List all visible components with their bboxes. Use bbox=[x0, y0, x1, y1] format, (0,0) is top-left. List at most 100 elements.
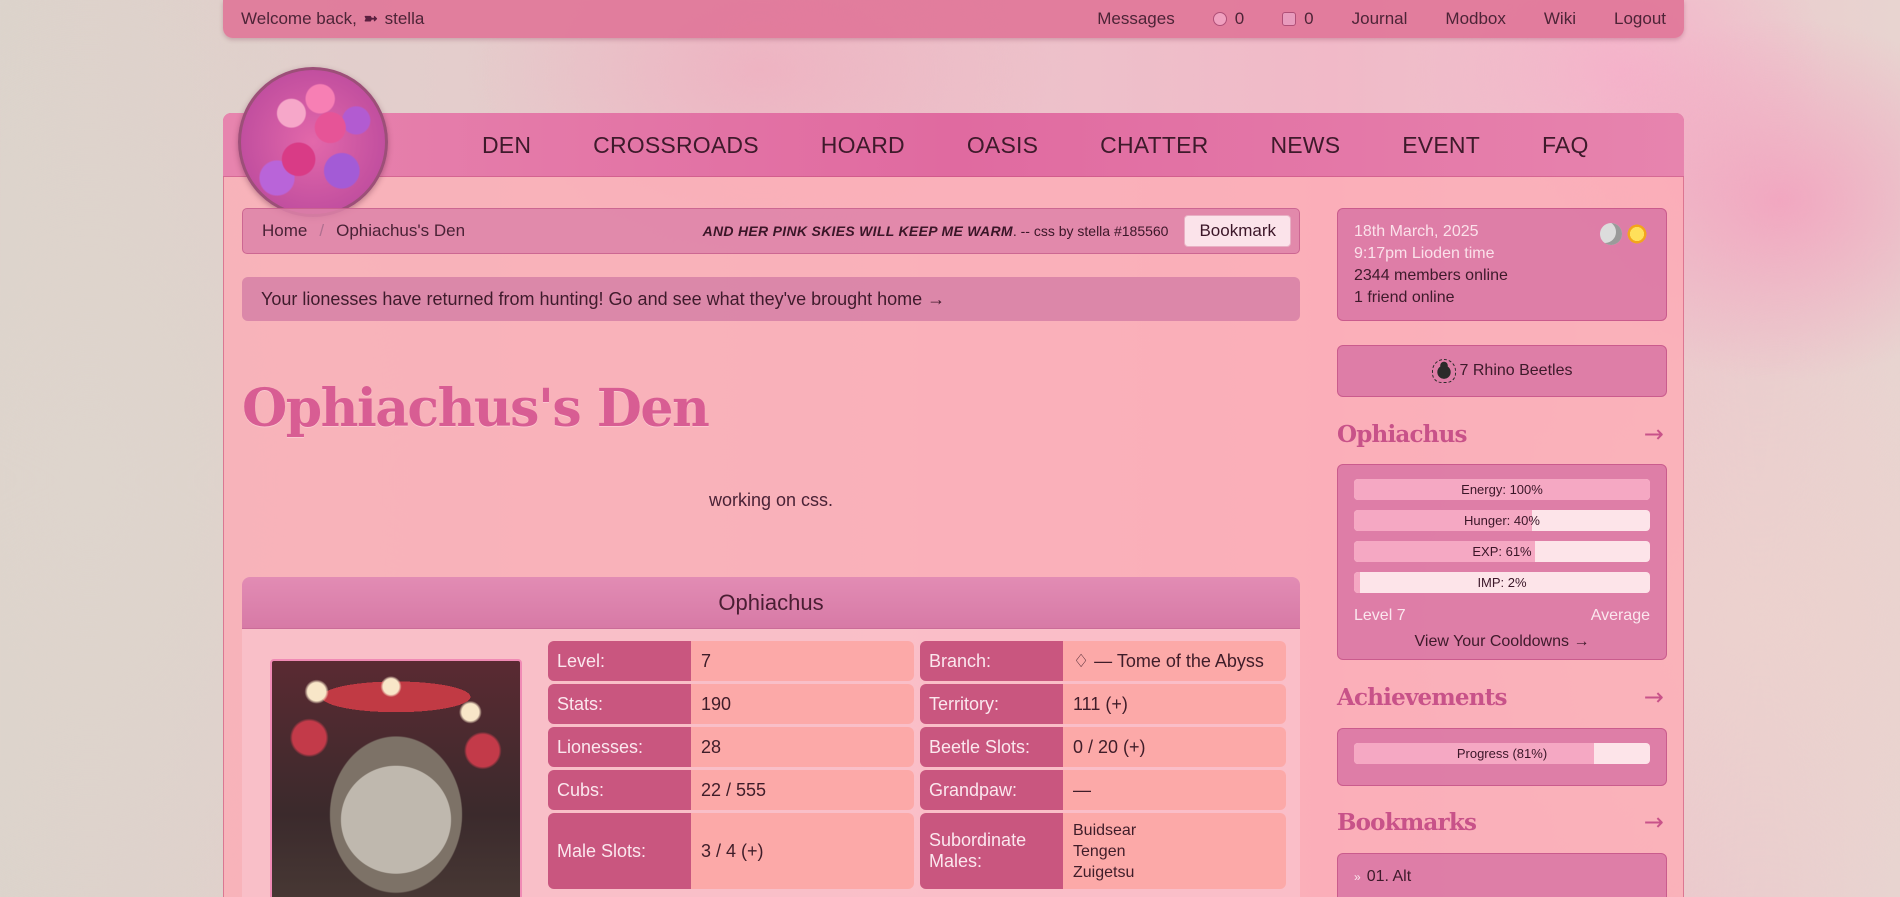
status-bar-label: EXP: 61% bbox=[1472, 544, 1532, 559]
territory-value[interactable]: 111 (+) bbox=[1063, 684, 1286, 724]
wiki-link[interactable]: Wiki bbox=[1544, 9, 1576, 29]
messages-link[interactable]: Messages bbox=[1097, 9, 1174, 29]
table-row: Level: 7 Branch: ♢ — Tome of the Abyss bbox=[548, 641, 1292, 681]
subordinate-males-list: Buidsear Tengen Zuigetsu bbox=[1063, 813, 1286, 889]
nav-news[interactable]: NEWS bbox=[1270, 132, 1340, 159]
arrow-icon: ➼ bbox=[363, 9, 378, 28]
lion-sidebar-title[interactable]: Ophiachus bbox=[1337, 421, 1467, 448]
lioden-time: 9:17pm Lioden time bbox=[1354, 245, 1495, 262]
achievements-widget: Progress (81%) bbox=[1337, 728, 1667, 786]
table-row: Male Slots: 3 / 4 (+) Subordinate Males:… bbox=[548, 813, 1292, 889]
subordinate-male-link[interactable]: Zuigetsu bbox=[1073, 862, 1134, 883]
nav-hoard[interactable]: HOARD bbox=[821, 132, 905, 159]
branch-cell: Branch: ♢ — Tome of the Abyss bbox=[920, 641, 1286, 681]
level-label: Level: bbox=[548, 641, 691, 681]
lionesses-label: Lionesses: bbox=[548, 727, 691, 767]
beetle-icon bbox=[1431, 359, 1456, 383]
grandpaw-label: Grandpaw: bbox=[920, 770, 1063, 810]
breadcrumb-current: Ophiachus's Den bbox=[336, 221, 466, 240]
branch-label: Branch: bbox=[920, 641, 1063, 681]
nav-oasis[interactable]: OASIS bbox=[967, 132, 1038, 159]
lionesses-value: 28 bbox=[691, 727, 914, 767]
hunting-notice[interactable]: Your lionesses have returned from huntin… bbox=[242, 277, 1300, 321]
top-links: Messages 0 0 Journal Modbox Wiki Logout bbox=[1059, 9, 1666, 29]
username-link[interactable]: stella bbox=[385, 9, 425, 28]
journal-link[interactable]: Journal bbox=[1352, 9, 1408, 29]
achievements-heading: Achievements → bbox=[1337, 683, 1667, 711]
status-bar-label: IMP: 2% bbox=[1477, 575, 1527, 590]
bookmark-button[interactable]: Bookmark bbox=[1184, 215, 1291, 247]
branch-value: ♢ — Tome of the Abyss bbox=[1063, 641, 1286, 681]
nav-event[interactable]: EVENT bbox=[1402, 132, 1480, 159]
time-widget: 18th March, 2025 9:17pm Lioden time 2344… bbox=[1337, 208, 1667, 321]
modbox-link[interactable]: Modbox bbox=[1445, 9, 1505, 29]
status-bar: Energy: 100% bbox=[1354, 479, 1650, 500]
welcome-prefix: Welcome back, bbox=[241, 9, 357, 28]
status-bar-label: Hunger: 40% bbox=[1464, 513, 1540, 528]
den-description: working on css. bbox=[708, 490, 834, 510]
lion-stats-table: Level: 7 Branch: ♢ — Tome of the Abyss Stats… bbox=[548, 641, 1292, 892]
cubs-value: 22 / 555 bbox=[691, 770, 914, 810]
status-bar: EXP: 61% bbox=[1354, 541, 1650, 562]
beetle-slots-cell: Beetle Slots: 0 / 20 (+) bbox=[920, 727, 1286, 767]
bookmarks-title[interactable]: Bookmarks bbox=[1337, 809, 1477, 836]
friends-online[interactable]: 1 friend online bbox=[1354, 287, 1650, 309]
grandpaw-cell: Grandpaw: — bbox=[920, 770, 1286, 810]
cooldowns-link[interactable]: View Your Cooldowns → bbox=[1354, 633, 1650, 651]
lion-name-header[interactable]: Ophiachus bbox=[242, 577, 1300, 629]
achievement-progress-label: Progress (81%) bbox=[1456, 746, 1548, 761]
male-slots-label: Male Slots: bbox=[548, 813, 691, 889]
bookmarks-go-arrow[interactable]: → bbox=[1644, 808, 1664, 836]
table-row: Cubs: 22 / 555 Grandpaw: — bbox=[548, 770, 1292, 810]
breadcrumb-home[interactable]: Home bbox=[262, 221, 307, 241]
male-slots-value[interactable]: 3 / 4 (+) bbox=[691, 813, 914, 889]
beetle-slots-value[interactable]: 0 / 20 (+) bbox=[1063, 727, 1286, 767]
bookmark-label: 01. Alt bbox=[1366, 868, 1412, 885]
members-online[interactable]: 2344 members online bbox=[1354, 265, 1650, 287]
logout-link[interactable]: Logout bbox=[1614, 9, 1666, 29]
moon-icon bbox=[1600, 223, 1622, 245]
table-row: Stats: 190 Territory: 111 (+) bbox=[548, 684, 1292, 724]
lion-status-widget: Energy: 100% Hunger: 40% EXP: 61% IMP: 2% L… bbox=[1337, 464, 1667, 660]
gifts-link[interactable]: 0 bbox=[1282, 9, 1314, 29]
lion-sidebar-heading: Ophiachus → bbox=[1337, 420, 1667, 448]
cubs-cell: Cubs: 22 / 555 bbox=[548, 770, 914, 810]
welcome-message: Welcome back, ➼ stella bbox=[241, 9, 1059, 29]
site-logo[interactable] bbox=[238, 67, 388, 217]
territory-cell: Territory: 111 (+) bbox=[920, 684, 1286, 724]
lion-go-arrow[interactable]: → bbox=[1644, 420, 1664, 448]
stats-label: Stats: bbox=[548, 684, 691, 724]
level-value: 7 bbox=[691, 641, 914, 681]
subordinate-male-link[interactable]: Tengen bbox=[1073, 841, 1126, 862]
achievements-go-arrow[interactable]: → bbox=[1644, 683, 1664, 711]
cubs-label: Cubs: bbox=[548, 770, 691, 810]
nav-chatter[interactable]: CHATTER bbox=[1100, 132, 1208, 159]
status-bar: IMP: 2% bbox=[1354, 572, 1650, 593]
beetle-widget[interactable]: 7 Rhino Beetles bbox=[1337, 345, 1667, 397]
breadcrumb: Home / Ophiachus's Den AND HER PINK SKIE… bbox=[242, 208, 1300, 254]
sun-icon bbox=[1626, 223, 1648, 245]
notifications-link[interactable]: 0 bbox=[1212, 9, 1244, 29]
level-row: Level 7 Average bbox=[1354, 607, 1650, 625]
level-cell: Level: 7 bbox=[548, 641, 914, 681]
den-quote-bold: AND HER PINK SKIES WILL KEEP ME WARM bbox=[702, 223, 1013, 239]
status-bars: Energy: 100% Hunger: 40% EXP: 61% IMP: 2% bbox=[1354, 479, 1650, 593]
subordinate-male-link[interactable]: Buidsear bbox=[1073, 820, 1136, 841]
beetle-count: 7 Rhino Beetles bbox=[1459, 362, 1573, 379]
nav-crossroads[interactable]: CROSSROADS bbox=[593, 132, 759, 159]
subordinate-males-label: Subordinate Males: bbox=[920, 813, 1063, 889]
nav-den[interactable]: DEN bbox=[482, 132, 531, 159]
bookmarks-widget: » 01. Alt bbox=[1337, 853, 1667, 897]
territory-label: Territory: bbox=[920, 684, 1063, 724]
lion-image[interactable] bbox=[270, 659, 522, 897]
achievements-title[interactable]: Achievements bbox=[1337, 684, 1507, 711]
bookmark-item[interactable]: » 01. Alt bbox=[1354, 868, 1650, 886]
stats-value: 190 bbox=[691, 684, 914, 724]
subordinate-males-cell: Subordinate Males: Buidsear Tengen Zuigets… bbox=[920, 813, 1286, 889]
gift-icon bbox=[1282, 12, 1297, 26]
rank-text: Average bbox=[1590, 607, 1650, 624]
achievement-progress-bar: Progress (81%) bbox=[1354, 743, 1650, 764]
den-quote: AND HER PINK SKIES WILL KEEP ME WARM. --… bbox=[703, 223, 1169, 239]
nav-list: DEN CROSSROADS HOARD OASIS CHATTER NEWS EVENT F… bbox=[482, 113, 1651, 177]
nav-faq[interactable]: FAQ bbox=[1542, 132, 1589, 159]
